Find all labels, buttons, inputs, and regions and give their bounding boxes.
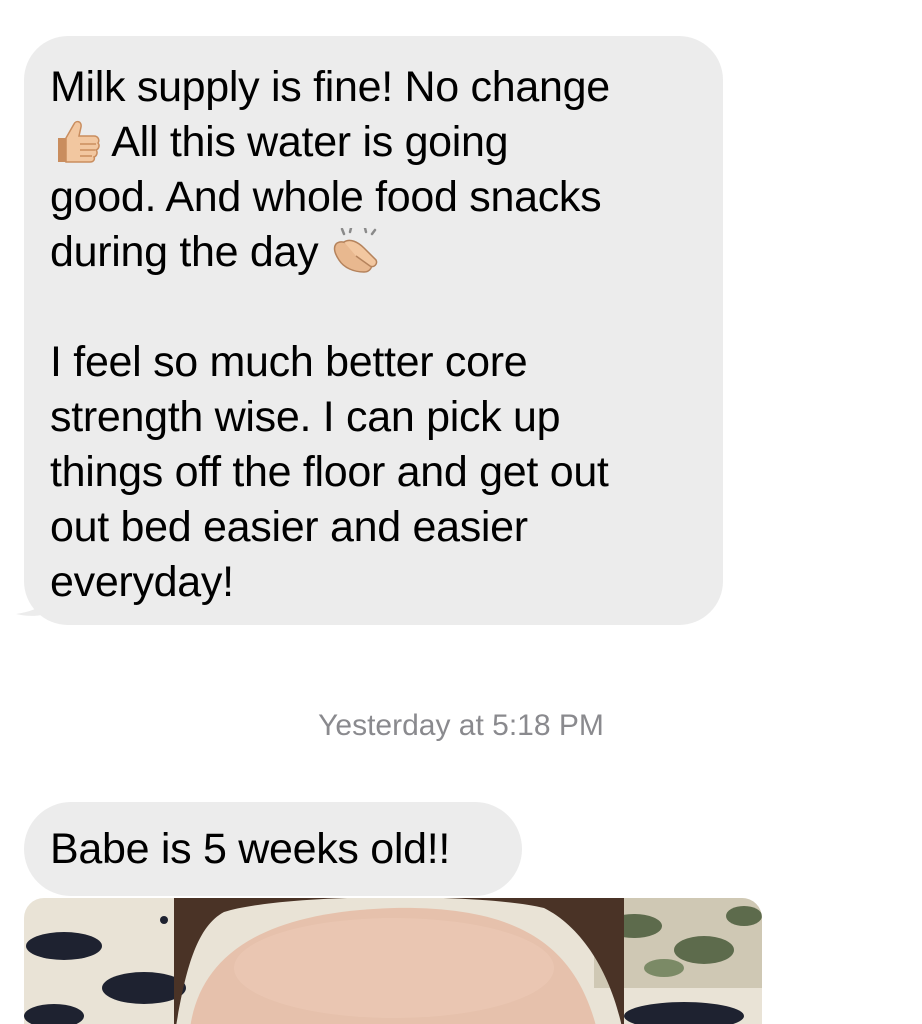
message-text: Babe is 5 weeks old!!	[50, 825, 451, 873]
message-thread: Milk supply is fine! No change All this …	[0, 0, 922, 1024]
message-line: strength wise. I can pick up	[50, 393, 561, 441]
message-timestamp: Yesterday at 5:18 PM	[318, 709, 604, 742]
message-line: during the day	[50, 228, 319, 276]
message-line: out bed easier and easier	[50, 503, 528, 551]
thumbs-up-icon	[50, 118, 102, 164]
message-bubble-2[interactable]: Babe is 5 weeks old!!	[24, 802, 522, 896]
message-line: Milk supply is fine! No change	[50, 63, 610, 111]
photo-attachment[interactable]	[24, 898, 762, 1024]
baby-photo-image	[24, 898, 762, 1024]
message-line: everyday!	[50, 558, 234, 606]
message-line: I feel so much better core	[50, 338, 528, 386]
message-line: good. And whole food snacks	[50, 173, 602, 221]
message-bubble-1[interactable]: Milk supply is fine! No change All this …	[24, 36, 723, 625]
message-line: All this water is going	[111, 118, 509, 166]
message-line: things off the floor and get out	[50, 448, 609, 496]
clapping-hands-icon	[330, 226, 382, 274]
